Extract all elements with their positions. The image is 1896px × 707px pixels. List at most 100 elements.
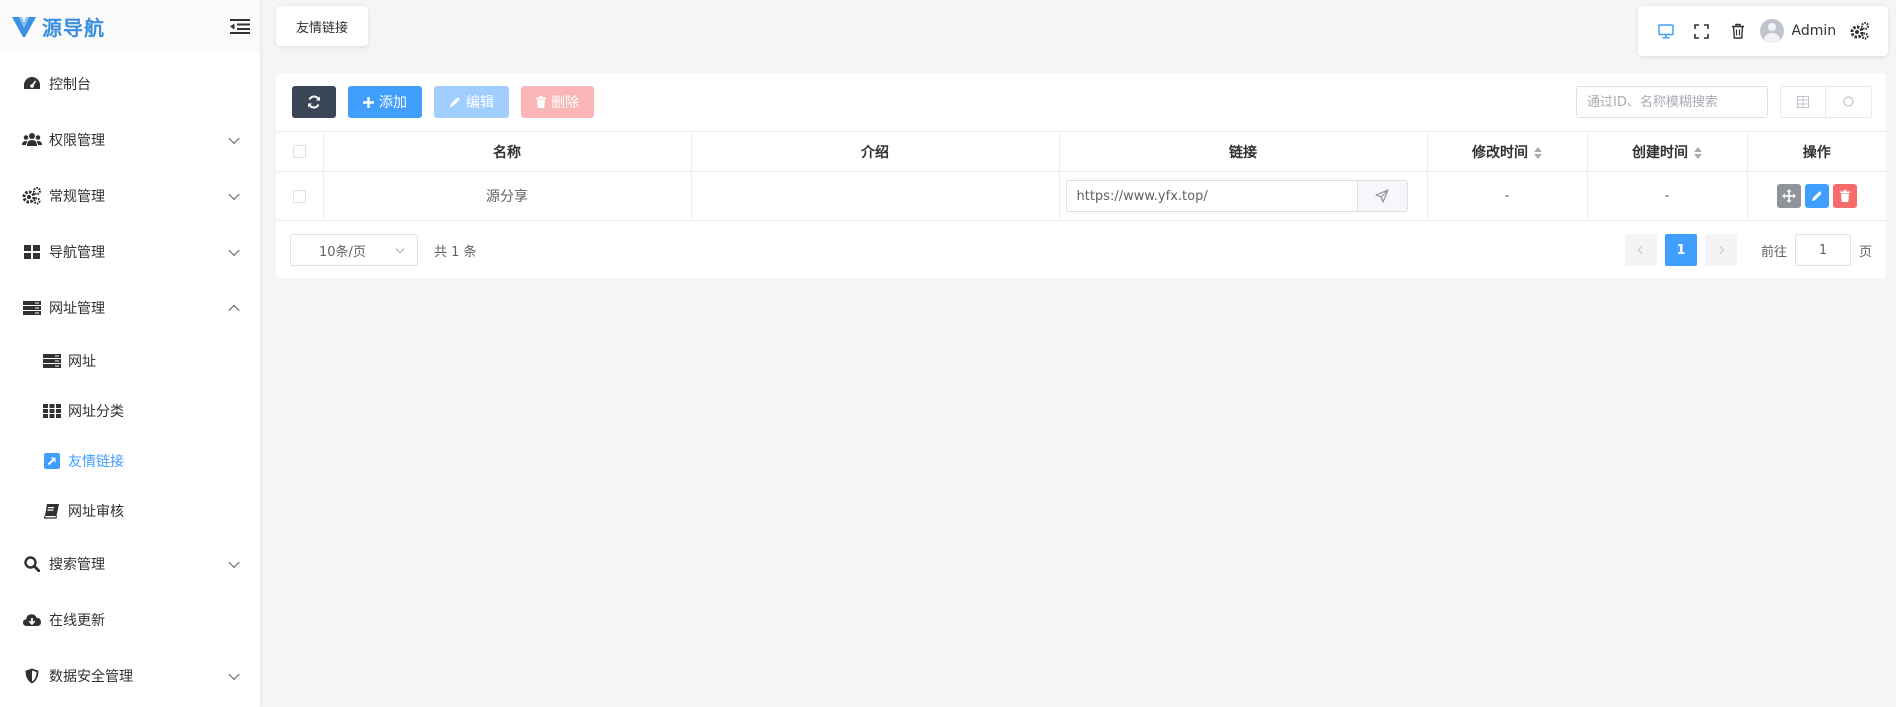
sidebar-item-label: 导航管理 [49,245,105,261]
server-icon [22,298,42,318]
sidebar-item-search[interactable]: 搜索管理 [0,536,260,592]
prev-page-button[interactable] [1624,234,1657,266]
add-label: 添加 [379,95,407,111]
page-number-button[interactable]: 1 [1664,234,1697,266]
move-button[interactable] [1776,184,1801,208]
grid-icon [22,242,42,262]
pager-controls: 1 前往 页 [1621,234,1872,266]
sort-icon[interactable] [1694,146,1702,159]
edit-label: 编辑 [466,95,494,111]
select-all-cell[interactable] [276,131,324,172]
menu-collapse-icon[interactable] [230,18,250,34]
cell-modified: - [1427,171,1588,221]
sidebar-item-data-security[interactable]: 数据安全管理 [0,648,260,704]
goto-page-input[interactable] [1794,234,1851,266]
sidebar-subitem-url-categories[interactable]: 网址分类 [0,386,260,436]
shield-icon [22,666,42,686]
pencil-icon [1811,191,1822,201]
delete-label: 删除 [551,95,579,111]
sidebar-item-label: 在线更新 [49,613,105,629]
trash-icon [536,96,546,108]
sidebar-item-permissions[interactable]: 权限管理 [0,112,260,168]
header-tools: Admin [1638,6,1888,56]
sidebar-subitem-urls[interactable]: 网址 [0,336,260,386]
cell-intro [691,171,1060,221]
main-card: 添加 编辑 删除 名称 介绍 链接 [276,73,1886,278]
cell-actions [1747,171,1887,221]
username: Admin [1791,23,1837,39]
sidebar-item-label: 权限管理 [49,133,105,149]
sidebar-item-online-update[interactable]: 在线更新 [0,592,260,648]
column-header-modified[interactable]: 修改时间 [1427,131,1588,172]
row-checkbox[interactable] [292,189,306,203]
sidebar-item-label: 网址管理 [49,301,105,317]
sidebar-item-general[interactable]: 常规管理 [0,168,260,224]
row-select-cell[interactable] [276,171,324,221]
cell-name: 源分享 [323,171,692,221]
desktop-icon[interactable] [1648,11,1684,51]
column-header-name: 名称 [323,131,692,172]
view-toggle-group [1780,86,1872,118]
pencil-icon [449,96,461,108]
sidebar-subitem-label: 网址分类 [68,404,124,420]
sidebar-item-label: 搜索管理 [49,557,105,573]
delete-button[interactable]: 删除 [521,86,594,118]
next-page-button[interactable] [1704,234,1737,266]
sidebar-item-url-management[interactable]: 网址管理 [0,280,260,336]
refresh-button[interactable] [292,86,336,118]
fullscreen-icon[interactable] [1684,11,1720,51]
sidebar-subitem-label: 友情链接 [68,454,124,470]
chevron-down-icon [395,244,405,254]
column-label: 创建时间 [1632,144,1688,161]
add-button[interactable]: 添加 [348,86,422,118]
sidebar-menu: 控制台 权限管理 常规管理 导航管理 网址管理 网址 网址分类 友情链接 网址审… [0,52,260,704]
tab-friend-links[interactable]: 友情链接 [276,6,369,46]
column-header-intro: 介绍 [691,131,1060,172]
row-actions [1748,184,1887,208]
sidebar-item-label: 常规管理 [49,189,105,205]
grid-icon [1797,96,1809,108]
dashboard-icon [22,74,42,94]
edit-button[interactable]: 编辑 [434,86,509,118]
table-header-row: 名称 介绍 链接 修改时间 创建时间 操作 [276,131,1886,172]
search-toggle-button[interactable] [1826,86,1872,118]
column-header-actions: 操作 [1747,131,1886,172]
link-input[interactable] [1066,181,1357,211]
cell-created: - [1587,171,1748,221]
sidebar-item-navigation[interactable]: 导航管理 [0,224,260,280]
sidebar-item-dashboard[interactable]: 控制台 [0,56,260,112]
refresh-icon [308,95,320,109]
chevron-left-icon [1637,245,1647,255]
plus-icon [363,96,374,108]
users-icon [22,130,42,150]
goto-label: 前往 [1760,244,1787,260]
server-icon [42,351,62,371]
sort-icon[interactable] [1534,146,1542,159]
grid-view-button[interactable] [1780,86,1826,118]
search-input[interactable] [1576,86,1768,118]
sidebar-subitem-friend-links[interactable]: 友情链接 [0,436,260,486]
sidebar-subitem-url-review[interactable]: 网址审核 [0,486,260,536]
page-size-value: 10条/页 [319,244,366,260]
select-all-checkbox[interactable] [292,145,306,158]
trash-icon[interactable] [1720,11,1756,51]
chevron-down-icon [228,668,240,681]
sidebar-item-label: 控制台 [49,77,91,93]
user-menu[interactable]: Admin [1759,19,1837,43]
column-header-created[interactable]: 创建时间 [1587,131,1748,172]
book-icon [42,501,62,521]
sidebar: 源导航 控制台 权限管理 常规管理 导航管理 网址管理 网址 网址分类 友情链接… [0,0,260,707]
page-size-select[interactable]: 10条/页 [290,234,418,266]
open-link-button[interactable] [1356,181,1407,211]
chevron-down-icon [228,244,240,257]
logo-bar: 源导航 [0,0,260,52]
logo-text: 源导航 [42,15,105,40]
row-delete-button[interactable] [1832,184,1857,208]
search-icon [22,554,42,574]
row-edit-button[interactable] [1804,184,1829,208]
chevron-down-icon [228,556,240,569]
settings-icon[interactable] [1842,11,1878,51]
chevron-down-icon [228,188,240,201]
pagination: 10条/页 共 1 条 1 前往 页 [276,221,1886,279]
tab-label: 友情链接 [296,20,349,36]
